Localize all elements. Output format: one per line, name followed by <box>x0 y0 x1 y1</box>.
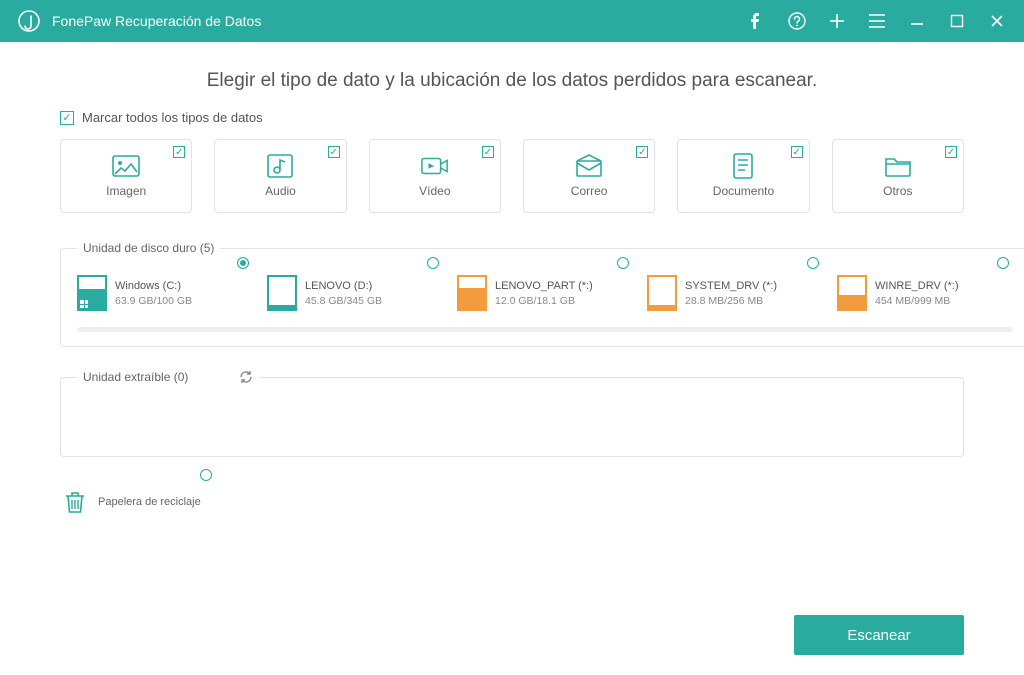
type-checkbox[interactable]: ✓ <box>791 146 803 158</box>
type-label: Imagen <box>106 184 146 198</box>
drive-item[interactable]: LENOVO_PART (*:) 12.0 GB/18.1 GB <box>457 275 633 311</box>
type-label: Vídeo <box>419 184 450 198</box>
main-content: Elegir el tipo de dato y la ubicación de… <box>0 42 1024 675</box>
type-checkbox[interactable]: ✓ <box>173 146 185 158</box>
drive-name: LENOVO (D:) <box>305 280 382 292</box>
close-icon[interactable] <box>988 12 1006 30</box>
audio-icon <box>266 154 294 178</box>
type-card-image[interactable]: ✓ Imagen <box>60 139 192 213</box>
help-icon[interactable] <box>788 12 806 30</box>
maximize-icon[interactable] <box>948 12 966 30</box>
disk-icon <box>457 275 487 311</box>
drive-radio[interactable] <box>427 257 439 269</box>
drive-name: Windows (C:) <box>115 280 192 292</box>
menu-icon[interactable] <box>868 12 886 30</box>
drive-radio[interactable] <box>617 257 629 269</box>
recycle-label: Papelera de reciclaje <box>98 496 201 508</box>
drive-radio[interactable] <box>237 257 249 269</box>
drive-size: 45.8 GB/345 GB <box>305 295 382 307</box>
type-card-audio[interactable]: ✓ Audio <box>214 139 346 213</box>
type-label: Otros <box>883 184 912 198</box>
recycle-bin-item[interactable]: Papelera de reciclaje <box>60 489 964 515</box>
folder-icon <box>884 154 912 178</box>
hdd-section: Unidad de disco duro (5) Windows (C:) 63.… <box>60 241 1024 347</box>
video-icon <box>421 154 449 178</box>
facebook-icon[interactable] <box>748 12 766 30</box>
titlebar: FonePaw Recuperación de Datos <box>0 0 1024 42</box>
drive-item[interactable]: Windows (C:) 63.9 GB/100 GB <box>77 275 253 311</box>
hdd-drives-row: Windows (C:) 63.9 GB/100 GB LENOVO (D:) 45… <box>77 275 1013 317</box>
page-heading: Elegir el tipo de dato y la ubicación de… <box>60 70 964 92</box>
type-label: Documento <box>713 184 774 198</box>
window-controls <box>748 12 1006 30</box>
drive-radio[interactable] <box>807 257 819 269</box>
scan-button[interactable]: Escanear <box>794 615 964 655</box>
app-window: FonePaw Recuperación de Datos Elegir el … <box>0 0 1024 675</box>
mail-icon <box>575 154 603 178</box>
add-icon[interactable] <box>828 12 846 30</box>
disk-icon <box>267 275 297 311</box>
disk-icon <box>647 275 677 311</box>
type-card-document[interactable]: ✓ Documento <box>677 139 809 213</box>
drive-name: SYSTEM_DRV (*:) <box>685 280 777 292</box>
drive-item[interactable]: WINRE_DRV (*:) 454 MB/999 MB <box>837 275 1013 311</box>
drive-name: LENOVO_PART (*:) <box>495 280 593 292</box>
drive-size: 28.8 MB/256 MB <box>685 295 777 307</box>
image-icon <box>112 154 140 178</box>
check-all-label: Marcar todos los tipos de datos <box>82 110 263 125</box>
removable-legend: Unidad extraíble (0) <box>83 370 188 384</box>
drive-item[interactable]: SYSTEM_DRV (*:) 28.8 MB/256 MB <box>647 275 823 311</box>
app-logo-icon <box>18 10 40 32</box>
type-checkbox[interactable]: ✓ <box>945 146 957 158</box>
app-title: FonePaw Recuperación de Datos <box>52 13 748 29</box>
minimize-icon[interactable] <box>908 12 926 30</box>
horizontal-scrollbar[interactable] <box>77 327 1013 332</box>
type-cards-row: ✓ Imagen ✓ Audio ✓ Vídeo ✓ Correo ✓ <box>60 139 964 213</box>
hdd-legend: Unidad de disco duro (5) <box>77 241 220 255</box>
removable-section: Unidad extraíble (0) <box>60 369 964 457</box>
check-all-checkbox[interactable]: ✓ <box>60 111 74 125</box>
type-checkbox[interactable]: ✓ <box>482 146 494 158</box>
drive-size: 12.0 GB/18.1 GB <box>495 295 593 307</box>
recycle-radio[interactable] <box>200 469 212 481</box>
disk-icon <box>77 275 107 311</box>
type-card-others[interactable]: ✓ Otros <box>832 139 964 213</box>
check-all-row[interactable]: ✓ Marcar todos los tipos de datos <box>60 110 964 125</box>
type-label: Audio <box>265 184 296 198</box>
trash-icon <box>64 489 86 515</box>
document-icon <box>729 154 757 178</box>
drive-item[interactable]: LENOVO (D:) 45.8 GB/345 GB <box>267 275 443 311</box>
footer: Escanear <box>60 615 964 655</box>
disk-icon <box>837 275 867 311</box>
type-label: Correo <box>571 184 608 198</box>
drive-radio[interactable] <box>997 257 1009 269</box>
drive-size: 454 MB/999 MB <box>875 295 959 307</box>
type-card-mail[interactable]: ✓ Correo <box>523 139 655 213</box>
type-card-video[interactable]: ✓ Vídeo <box>369 139 501 213</box>
type-checkbox[interactable]: ✓ <box>328 146 340 158</box>
drive-size: 63.9 GB/100 GB <box>115 295 192 307</box>
refresh-icon[interactable] <box>238 369 254 385</box>
type-checkbox[interactable]: ✓ <box>636 146 648 158</box>
drive-name: WINRE_DRV (*:) <box>875 280 959 292</box>
